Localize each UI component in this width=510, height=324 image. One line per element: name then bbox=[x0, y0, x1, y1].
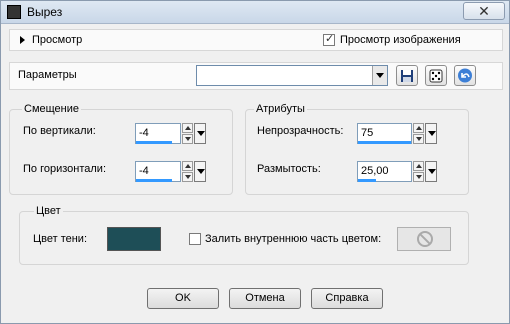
vertical-label: По вертикали: bbox=[23, 125, 96, 137]
blur-updown[interactable] bbox=[413, 161, 424, 182]
horizontal-updown[interactable] bbox=[182, 161, 193, 182]
image-preview-label[interactable]: Просмотр изображения bbox=[340, 34, 461, 46]
preview-section: Просмотр Просмотр изображения bbox=[9, 29, 503, 51]
reset-button[interactable] bbox=[454, 65, 476, 86]
fill-inner-label[interactable]: Залить внутреннюю часть цветом: bbox=[205, 233, 381, 245]
vertical-spinner[interactable]: -4 bbox=[135, 123, 206, 147]
shadow-color-label: Цвет тени: bbox=[33, 233, 88, 245]
fill-inner-checkbox[interactable] bbox=[189, 233, 201, 245]
opacity-label: Непрозрачность: bbox=[257, 125, 344, 137]
vertical-up-button[interactable] bbox=[182, 123, 193, 133]
random-button[interactable] bbox=[425, 65, 447, 86]
blur-slider-bar[interactable] bbox=[358, 179, 376, 182]
opacity-dropdown[interactable] bbox=[425, 123, 437, 144]
save-preset-button[interactable] bbox=[396, 65, 418, 86]
preview-toggle-label[interactable]: Просмотр bbox=[32, 34, 82, 46]
chevron-down-icon bbox=[376, 73, 384, 78]
opacity-spinner[interactable]: 75 bbox=[357, 123, 437, 147]
shadow-color-swatch[interactable] bbox=[107, 227, 161, 251]
opacity-down-button[interactable] bbox=[413, 134, 424, 144]
blur-down-button[interactable] bbox=[413, 172, 424, 182]
horizontal-up-button[interactable] bbox=[182, 161, 193, 171]
blur-up-button[interactable] bbox=[413, 161, 424, 171]
window-title: Вырез bbox=[27, 5, 63, 19]
blur-label: Размытость: bbox=[257, 163, 321, 175]
vertical-slider-bar[interactable] bbox=[136, 141, 172, 144]
vertical-dropdown[interactable] bbox=[194, 123, 206, 144]
prohibited-icon bbox=[417, 231, 433, 247]
horizontal-down-button[interactable] bbox=[182, 172, 193, 182]
color-title: Цвет bbox=[34, 205, 63, 217]
params-section: Параметры bbox=[9, 62, 503, 90]
vertical-updown[interactable] bbox=[182, 123, 193, 144]
horizontal-slider-bar[interactable] bbox=[136, 179, 172, 182]
fill-color-swatch[interactable] bbox=[397, 227, 451, 251]
ok-button[interactable]: OK bbox=[147, 288, 219, 309]
cancel-button[interactable]: Отмена bbox=[229, 288, 301, 309]
opacity-slider-bar[interactable] bbox=[358, 141, 411, 144]
floppy-disk-icon bbox=[401, 70, 413, 82]
preset-combobox[interactable] bbox=[196, 65, 388, 86]
dice-icon bbox=[429, 69, 443, 83]
title-bar[interactable]: Вырез ✕ bbox=[1, 1, 509, 24]
attributes-title: Атрибуты bbox=[254, 103, 307, 115]
vertical-down-button[interactable] bbox=[182, 134, 193, 144]
undo-icon bbox=[458, 68, 472, 83]
offset-title: Смещение bbox=[22, 103, 82, 115]
horizontal-dropdown[interactable] bbox=[194, 161, 206, 182]
preset-dropdown-button[interactable] bbox=[372, 66, 387, 85]
opacity-up-button[interactable] bbox=[413, 123, 424, 133]
params-label: Параметры bbox=[18, 69, 77, 81]
blur-spinner[interactable]: 25,00 bbox=[357, 161, 437, 185]
opacity-updown[interactable] bbox=[413, 123, 424, 144]
help-button[interactable]: Справка bbox=[311, 288, 383, 309]
horizontal-spinner[interactable]: -4 bbox=[135, 161, 206, 185]
blur-dropdown[interactable] bbox=[425, 161, 437, 182]
dialog-window: Вырез ✕ Просмотр Просмотр изображения Па… bbox=[0, 0, 510, 324]
app-icon bbox=[7, 5, 21, 19]
horizontal-label: По горизонтали: bbox=[23, 163, 106, 175]
image-preview-checkbox[interactable] bbox=[323, 32, 335, 46]
close-button[interactable]: ✕ bbox=[463, 2, 505, 20]
expand-arrow-icon[interactable] bbox=[20, 36, 25, 44]
